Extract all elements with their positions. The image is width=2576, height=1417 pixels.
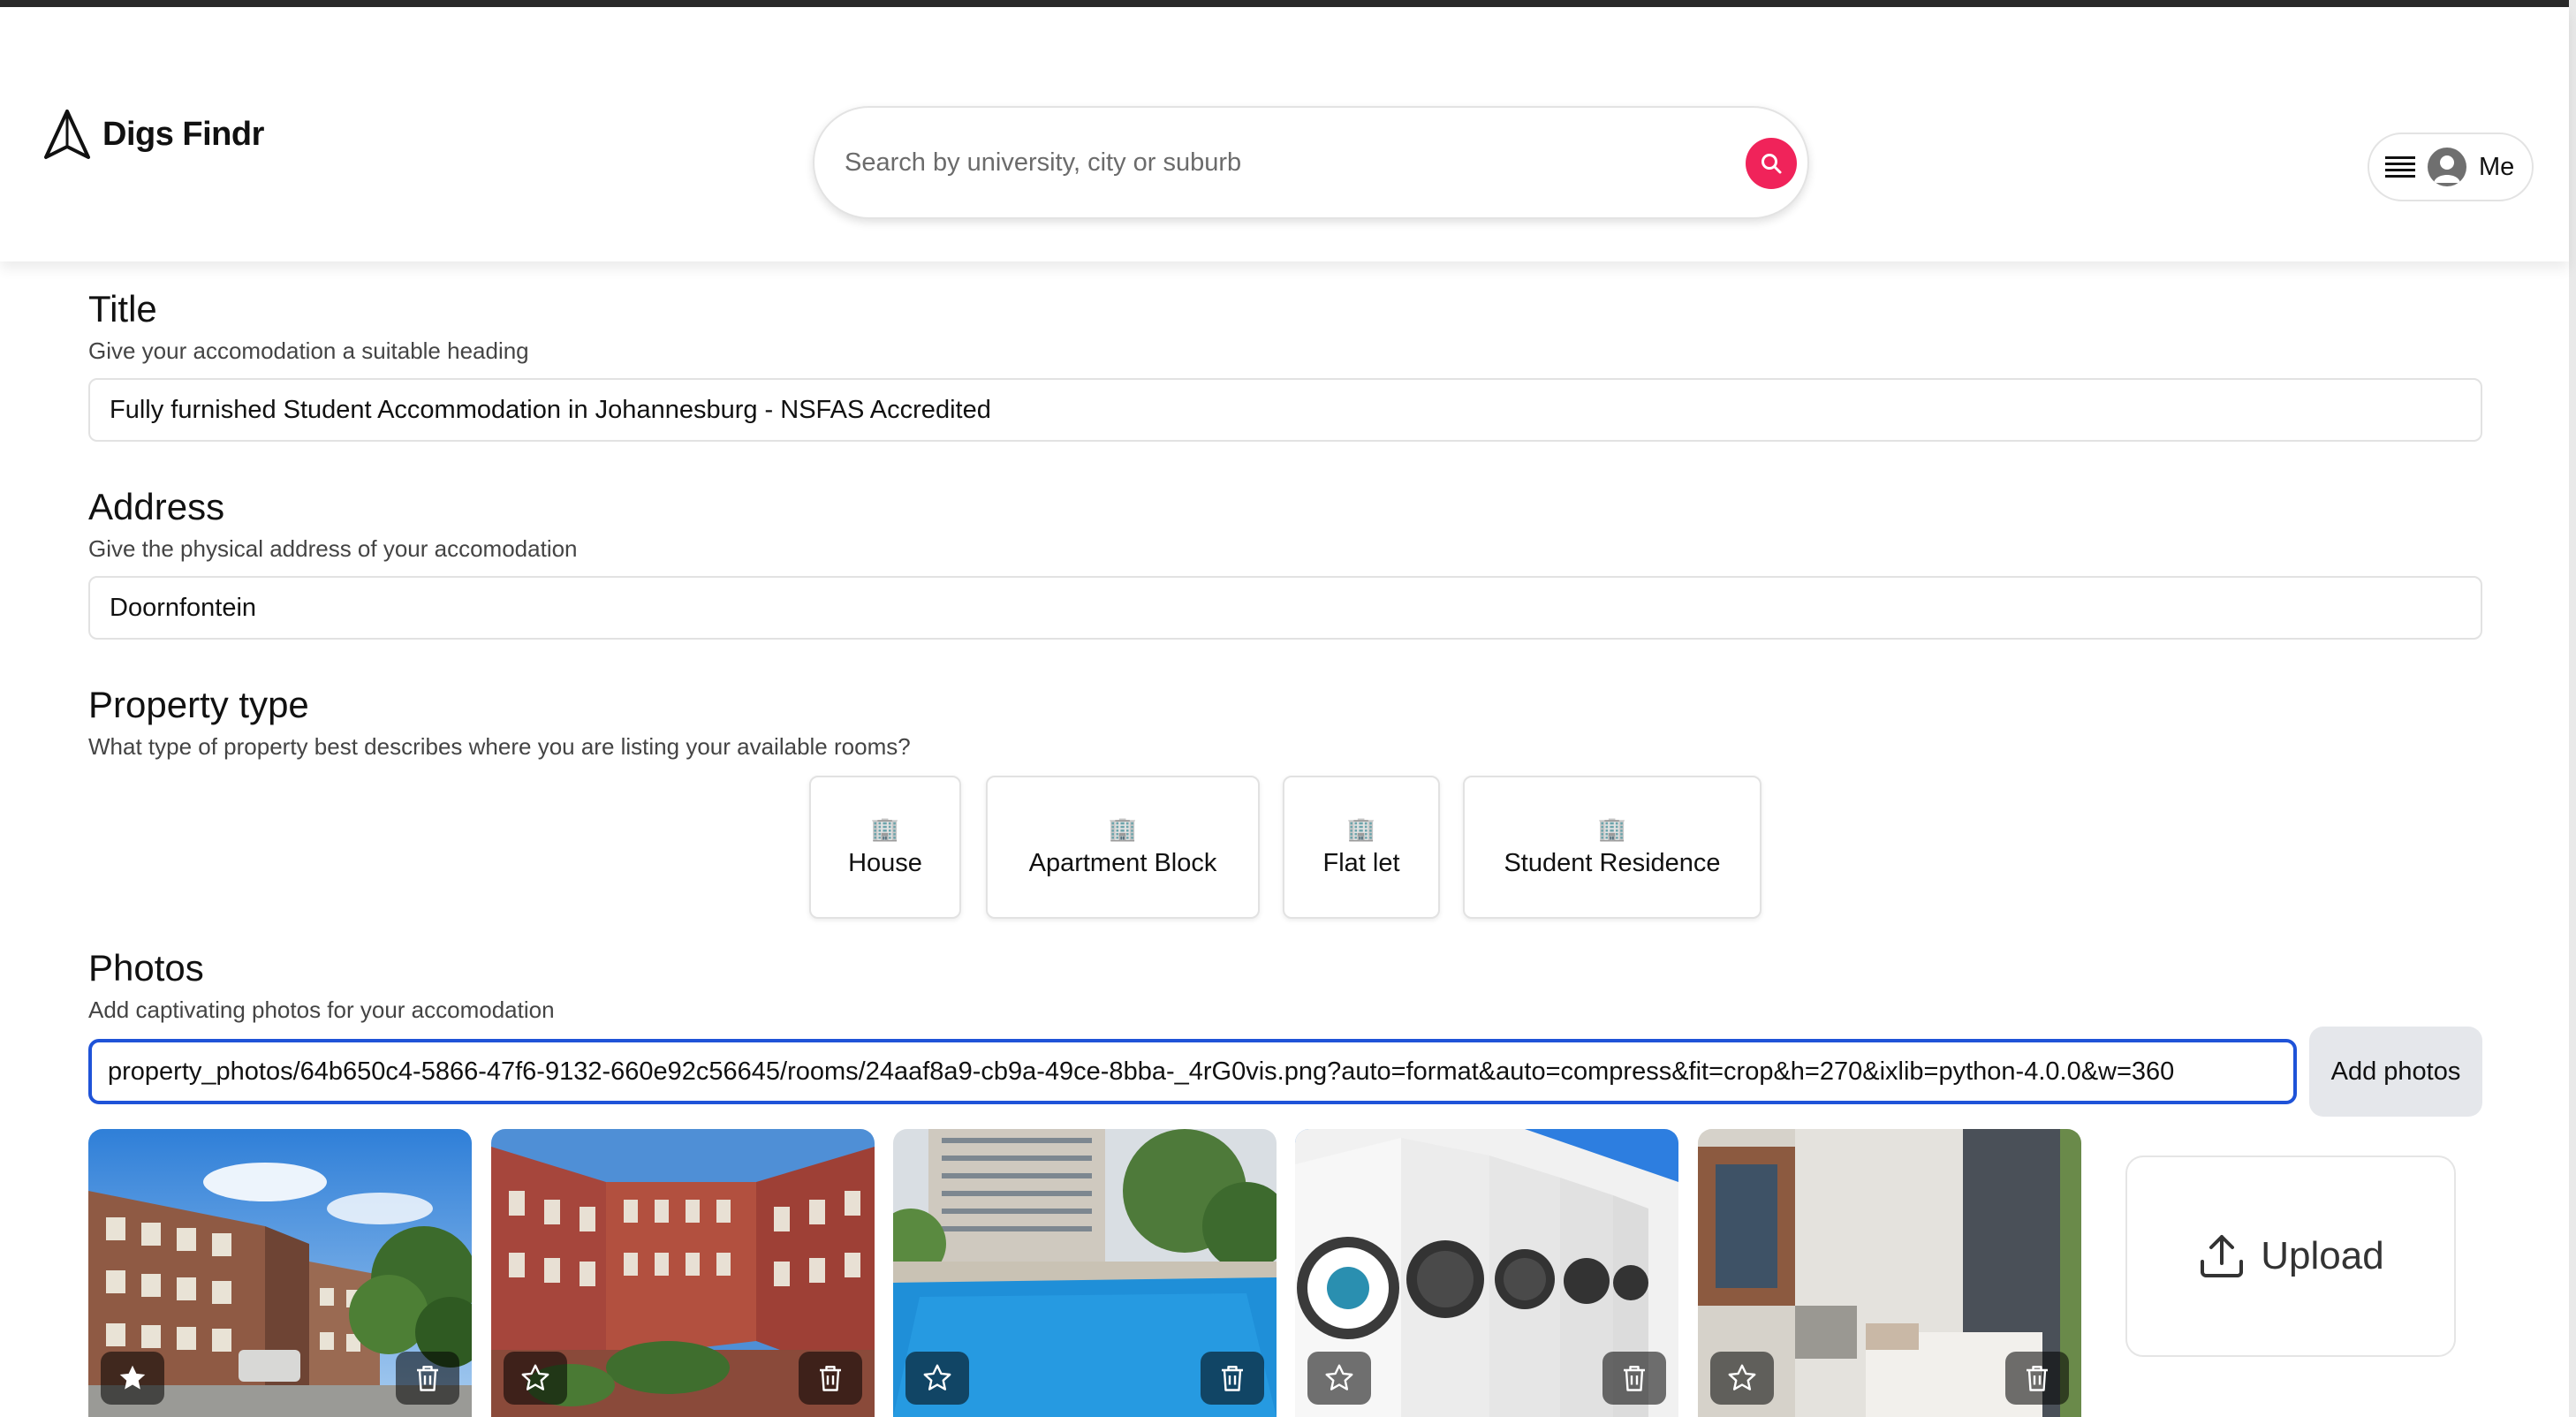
upload-button[interactable]: Upload [2125,1156,2456,1357]
photo-thumbnail[interactable] [491,1129,875,1417]
logo[interactable]: Digs Findr [42,108,264,161]
star-outline-icon [521,1364,549,1390]
set-cover-photo-button[interactable] [1710,1352,1774,1405]
delete-photo-button[interactable] [799,1352,862,1405]
property-type-house[interactable]: 🏢 House [809,776,961,919]
property-type-label: House [848,848,922,877]
upload-label: Upload [2261,1234,2384,1277]
property-type-student-residence[interactable]: 🏢 Student Residence [1463,776,1762,919]
property-type-heading: Property type [88,684,309,725]
property-type-flat-let[interactable]: 🏢 Flat let [1283,776,1440,919]
search-bar[interactable] [813,106,1809,219]
photo-thumbnail[interactable] [1295,1129,1678,1417]
delete-photo-button[interactable] [1602,1352,1666,1405]
trash-icon [820,1366,841,1391]
search-icon [1762,154,1782,174]
photo-thumbnail[interactable] [893,1129,1277,1417]
window-top-border [0,0,2576,7]
trash-icon [1222,1366,1243,1391]
star-filled-icon [119,1365,146,1390]
building-icon: 🏢 [870,815,900,842]
set-cover-photo-button[interactable] [905,1352,969,1405]
add-photos-button[interactable]: Add photos [2309,1027,2482,1117]
property-type-label: Flat let [1322,848,1400,877]
delete-photo-button[interactable] [1201,1352,1264,1405]
photo-thumbnail[interactable] [88,1129,472,1417]
address-input[interactable] [88,576,2482,640]
photo-thumbnail[interactable] [1698,1129,2081,1417]
user-menu-button[interactable]: Me [2368,133,2534,201]
photos-subtitle: Add captivating photos for your accomoda… [88,996,555,1023]
search-input[interactable] [845,136,1693,189]
app-name: Digs Findr [102,115,264,153]
navigation-arrow-icon [44,110,90,159]
building-icon: 🏢 [1597,815,1627,842]
set-cover-photo-button[interactable] [1307,1352,1371,1405]
user-menu-label: Me [2479,152,2515,181]
property-type-label: Apartment Block [1028,848,1217,877]
trash-icon [2027,1366,2048,1391]
property-type-apartment-block[interactable]: 🏢 Apartment Block [986,776,1260,919]
building-icon: 🏢 [1108,815,1138,842]
photos-heading: Photos [88,947,204,989]
property-type-label: Student Residence [1504,848,1721,877]
set-cover-photo-button[interactable] [504,1352,567,1405]
title-input[interactable] [88,378,2482,442]
site-header: Digs Findr Me [0,7,2569,261]
hamburger-menu-icon [2385,156,2415,178]
delete-photo-button[interactable] [2005,1352,2069,1405]
title-subtitle: Give your accomodation a suitable headin… [88,337,529,364]
set-cover-photo-button[interactable] [101,1352,164,1405]
address-heading: Address [88,486,225,527]
trash-icon [417,1366,438,1391]
trash-icon [1624,1366,1645,1391]
star-outline-icon [1325,1364,1353,1390]
property-type-subtitle: What type of property best describes whe… [88,733,911,760]
upload-icon [2201,1235,2244,1277]
title-heading: Title [88,288,157,330]
delete-photo-button[interactable] [396,1352,459,1405]
avatar-icon [2428,148,2466,186]
star-outline-icon [923,1364,951,1390]
photo-url-input[interactable] [88,1039,2297,1104]
window-right-edge [2569,0,2576,1417]
address-subtitle: Give the physical address of your accomo… [88,535,578,562]
search-button[interactable] [1746,138,1797,189]
star-outline-icon [1728,1364,1756,1390]
building-icon: 🏢 [1346,815,1376,842]
